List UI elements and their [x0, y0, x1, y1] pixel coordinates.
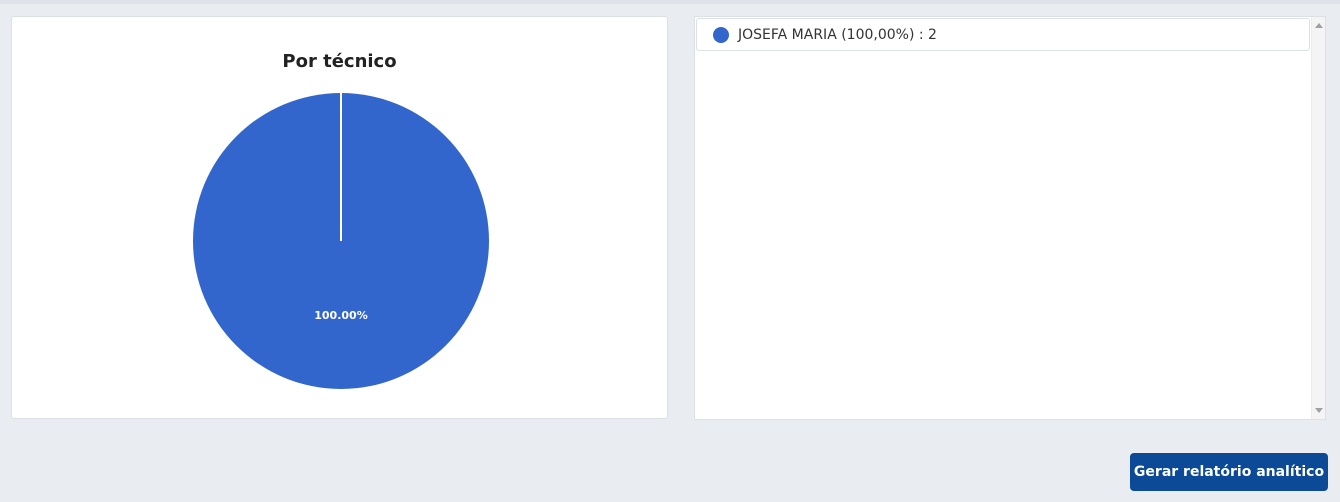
legend-scrollbar[interactable]: [1311, 17, 1325, 419]
scroll-down-arrow-icon[interactable]: [1315, 408, 1323, 413]
slice-percent-label: 100.00%: [314, 309, 367, 322]
legend-panel: JOSEFA MARIA (100,00%) : 2: [694, 16, 1326, 420]
scroll-up-arrow-icon[interactable]: [1315, 23, 1323, 28]
legend-item[interactable]: JOSEFA MARIA (100,00%) : 2: [696, 18, 1310, 51]
pie-chart-card: Por técnico 100.00%: [11, 16, 668, 419]
pie-chart: 100.00%: [193, 93, 489, 389]
generate-report-button[interactable]: Gerar relatório analítico: [1130, 453, 1328, 491]
top-strip: [0, 0, 1340, 4]
legend-item-label: JOSEFA MARIA (100,00%) : 2: [738, 26, 937, 43]
legend-color-dot: [713, 26, 729, 43]
